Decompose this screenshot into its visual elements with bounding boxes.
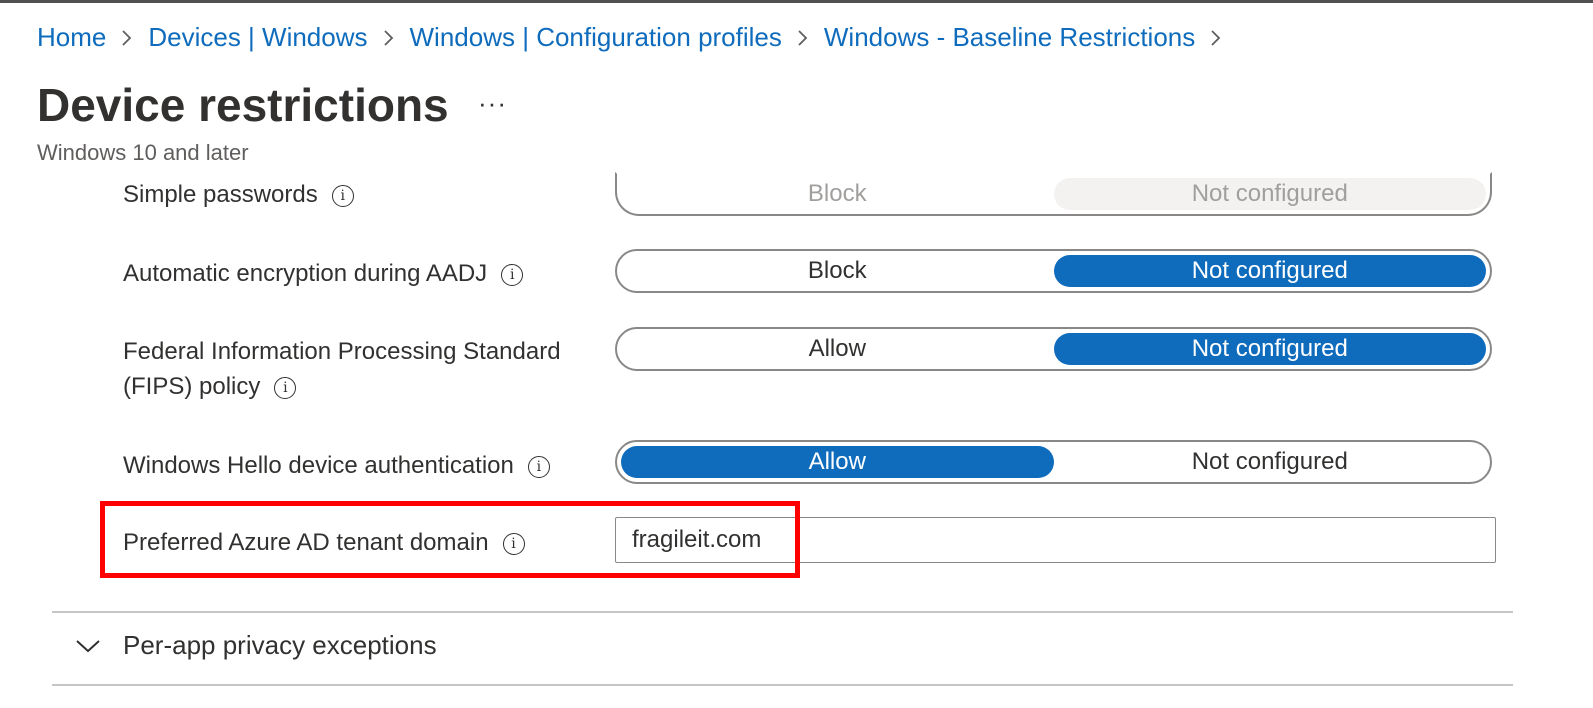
- info-icon[interactable]: i: [527, 456, 550, 478]
- setting-label-text: Windows Hello device authentication: [123, 452, 514, 479]
- more-options-button[interactable]: ···: [478, 88, 507, 119]
- setting-label-fips-policy: Federal Information Processing Standard …: [123, 334, 561, 404]
- breadcrumb-configuration-profiles[interactable]: Windows | Configuration profiles: [410, 22, 782, 53]
- option-not-configured[interactable]: Not configured: [1053, 178, 1486, 210]
- chevron-right-icon: [1210, 28, 1222, 48]
- option-not-configured[interactable]: Not configured: [1053, 255, 1486, 287]
- setting-label-text: Federal Information Processing Standard: [123, 338, 561, 365]
- setting-label-text: Preferred Azure AD tenant domain: [123, 529, 489, 556]
- toggle-automatic-encryption[interactable]: Block Not configured: [615, 249, 1492, 293]
- chevron-right-icon: [383, 28, 395, 48]
- breadcrumb: Home Devices | Windows Windows | Configu…: [37, 22, 1237, 53]
- tenant-domain-input[interactable]: [615, 517, 1496, 563]
- toggle-fips-policy[interactable]: Allow Not configured: [615, 327, 1492, 371]
- option-allow[interactable]: Allow: [621, 446, 1054, 478]
- info-icon[interactable]: i: [502, 533, 525, 555]
- page-title: Device restrictions: [37, 79, 449, 131]
- option-allow[interactable]: Allow: [621, 333, 1054, 365]
- info-icon[interactable]: i: [501, 264, 524, 286]
- section-label: Per-app privacy exceptions: [123, 630, 437, 660]
- breadcrumb-baseline-restrictions[interactable]: Windows - Baseline Restrictions: [824, 22, 1195, 53]
- info-icon[interactable]: i: [274, 377, 297, 399]
- breadcrumb-home[interactable]: Home: [37, 22, 106, 53]
- chevron-right-icon: [797, 28, 809, 48]
- option-block[interactable]: Block: [621, 178, 1054, 210]
- option-block[interactable]: Block: [621, 255, 1054, 287]
- option-not-configured[interactable]: Not configured: [1053, 333, 1486, 365]
- breadcrumb-devices-windows[interactable]: Devices | Windows: [148, 22, 367, 53]
- chevron-right-icon: [121, 28, 133, 48]
- info-icon[interactable]: i: [331, 185, 354, 207]
- setting-label-text: (FIPS) policy: [123, 373, 261, 400]
- settings-scroll-area: Simple passwords i Block Not configured A…: [0, 172, 1593, 708]
- divider: [52, 684, 1513, 686]
- setting-label-text: Automatic encryption during AADJ: [123, 260, 488, 287]
- setting-label-automatic-encryption: Automatic encryption during AADJ i: [123, 256, 524, 291]
- divider: [52, 611, 1513, 613]
- page-subtitle: Windows 10 and later: [37, 140, 249, 165]
- setting-label-windows-hello: Windows Hello device authentication i: [123, 448, 550, 483]
- setting-label-simple-passwords: Simple passwords i: [123, 177, 354, 212]
- section-per-app-privacy-exceptions[interactable]: Per-app privacy exceptions: [75, 630, 437, 661]
- option-not-configured[interactable]: Not configured: [1054, 446, 1487, 478]
- window-top-border: [0, 0, 1593, 3]
- setting-label-text: Simple passwords: [123, 181, 318, 208]
- toggle-windows-hello[interactable]: Allow Not configured: [615, 440, 1492, 484]
- toggle-simple-passwords[interactable]: Block Not configured: [615, 172, 1492, 216]
- chevron-down-icon: [76, 639, 100, 652]
- setting-label-tenant-domain: Preferred Azure AD tenant domain i: [123, 525, 525, 560]
